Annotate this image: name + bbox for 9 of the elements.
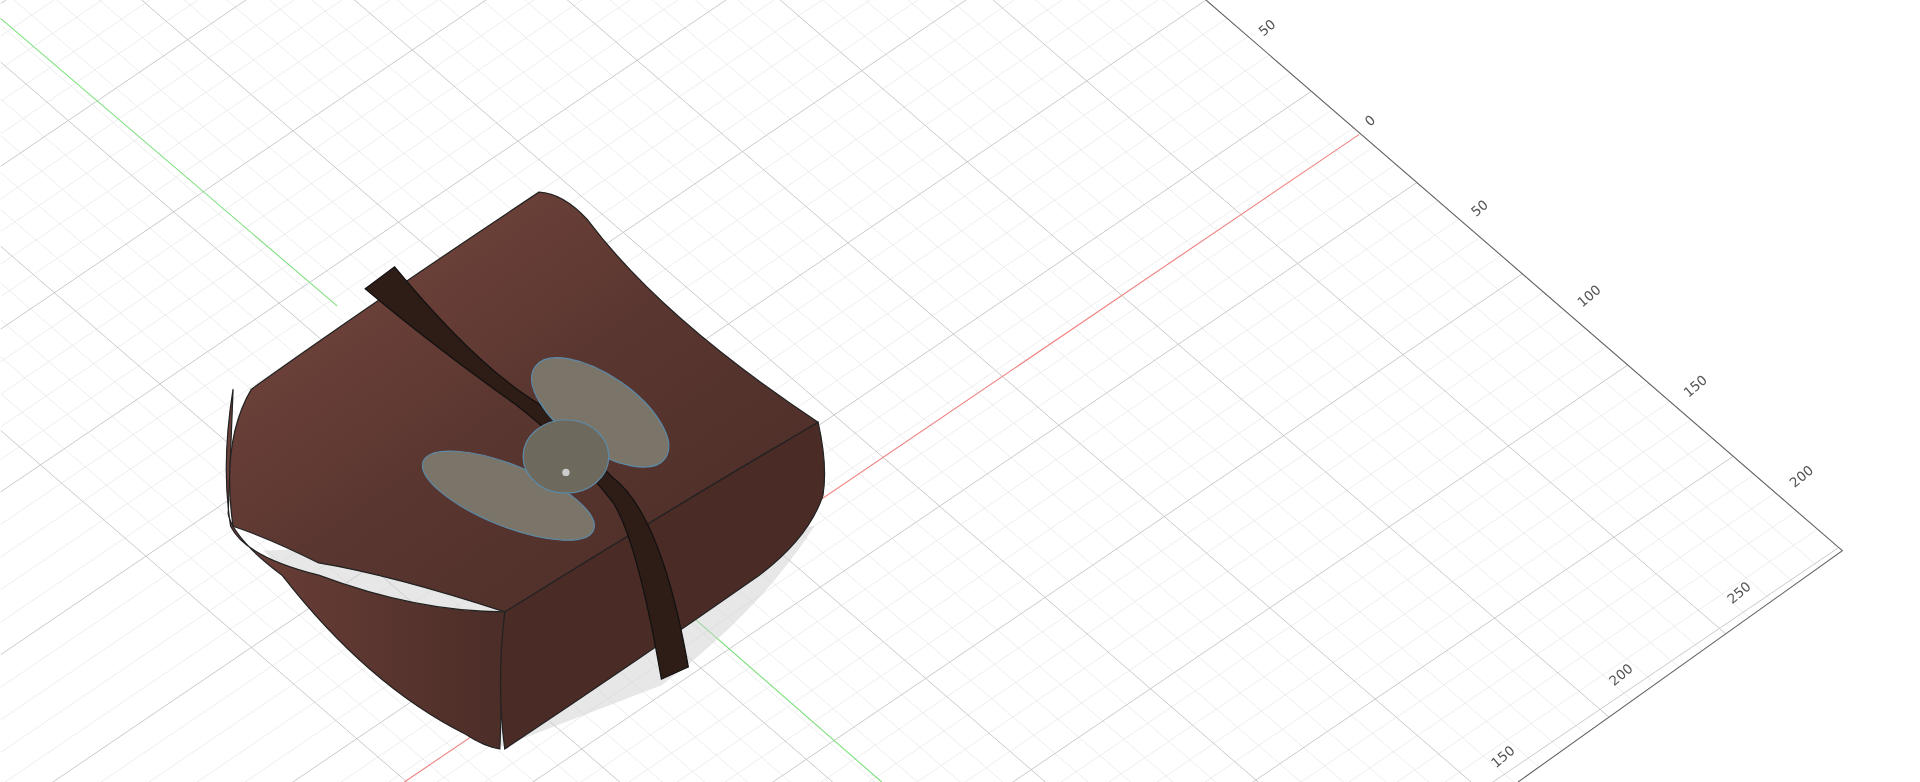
ruler-label: 100 [1574, 281, 1604, 310]
ruler-label: 200 [1606, 660, 1636, 689]
ruler-label: 150 [1488, 742, 1518, 771]
ruler-label: 200 [1786, 462, 1817, 491]
ruler-label: 250 [1724, 578, 1754, 607]
ruler-label: 50 [1468, 197, 1491, 220]
ruler-label: 0 [1362, 112, 1379, 130]
ruler-label: 150 [1680, 372, 1710, 401]
ruler-label: 50 [1255, 16, 1279, 39]
